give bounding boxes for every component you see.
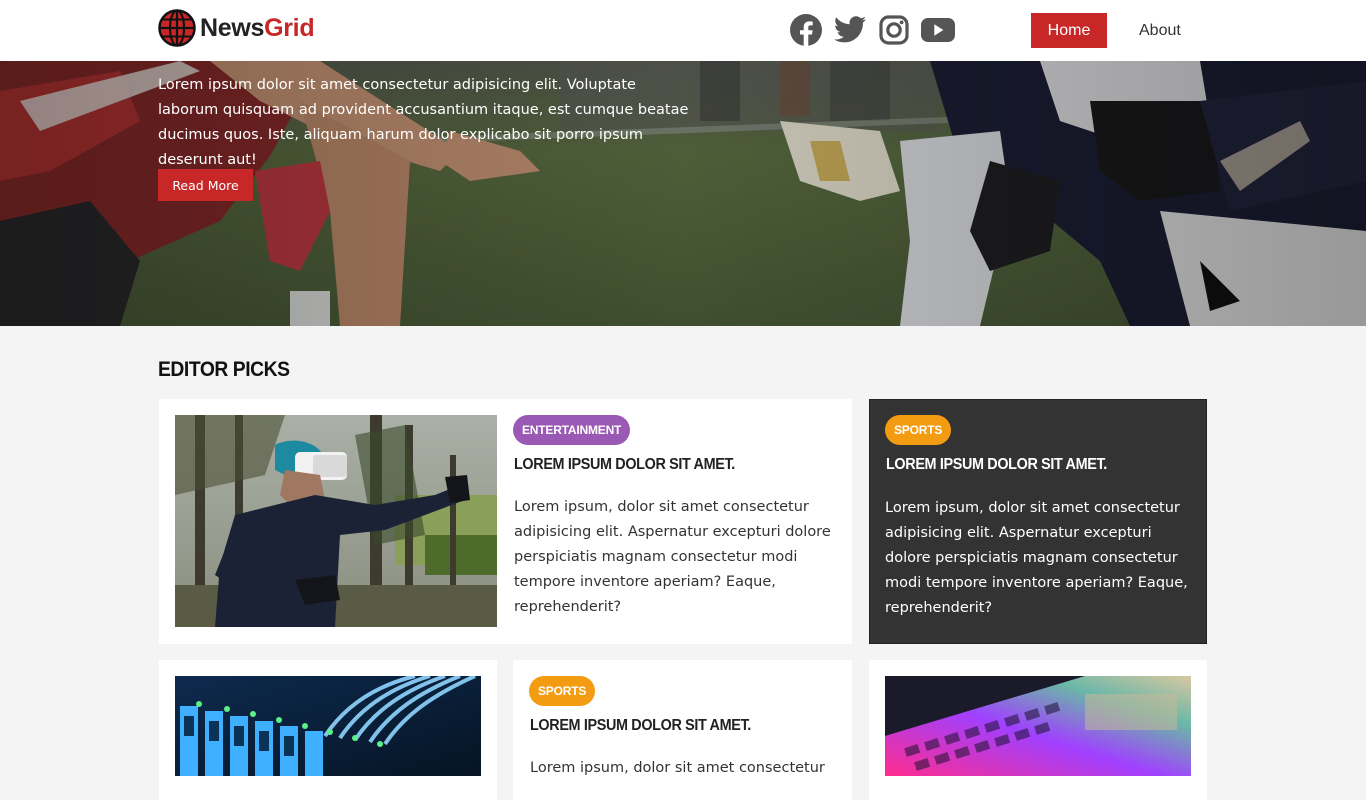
article-excerpt: Lorem ipsum, dolor sit amet consectetur: [530, 760, 825, 776]
instagram-icon[interactable]: [876, 13, 912, 47]
section-title-editor-picks: EDITOR PICKS: [158, 358, 290, 381]
category-badge-entertainment[interactable]: ENTERTAINMENT: [513, 415, 631, 445]
social-links: [788, 13, 964, 47]
article-excerpt: Lorem ipsum, dolor sit amet consectetur …: [514, 499, 831, 615]
globe-icon: [158, 9, 196, 47]
site-logo[interactable]: NewsGrid: [158, 8, 315, 48]
category-badge-sports[interactable]: SPORTS: [885, 415, 952, 445]
article-card-network[interactable]: [159, 660, 497, 800]
article-card-laptop[interactable]: [869, 660, 1207, 800]
nav-about-link[interactable]: About: [1139, 13, 1181, 48]
article-image-rgb-laptop: [885, 676, 1191, 776]
logo-text: NewsGrid: [200, 13, 315, 42]
article-image-vr-headset: [175, 415, 497, 627]
hero-banner: Lorem ipsum dolor sit amet consectetur a…: [0, 61, 1366, 326]
twitter-icon[interactable]: [832, 13, 868, 47]
article-title[interactable]: LOREM IPSUM DOLOR SIT AMET.: [530, 717, 751, 735]
category-badge-sports[interactable]: SPORTS: [529, 676, 596, 706]
facebook-icon[interactable]: [788, 13, 824, 47]
article-card-sports-2[interactable]: SPORTS LOREM IPSUM DOLOR SIT AMET. Lorem…: [513, 660, 852, 800]
nav-home-link[interactable]: Home: [1031, 13, 1107, 48]
article-excerpt: Lorem ipsum, dolor sit amet consectetur …: [885, 500, 1188, 616]
article-title[interactable]: LOREM IPSUM DOLOR SIT AMET.: [514, 456, 735, 474]
youtube-icon[interactable]: [920, 13, 956, 47]
featured-article-card[interactable]: ENTERTAINMENT LOREM IPSUM DOLOR SIT AMET…: [159, 399, 852, 644]
article-image-network-cables: [175, 676, 481, 776]
site-header: NewsGrid Home About: [0, 0, 1366, 61]
hero-text: Lorem ipsum dolor sit amet consectetur a…: [158, 77, 689, 168]
sports-article-card[interactable]: SPORTS LOREM IPSUM DOLOR SIT AMET. Lorem…: [869, 399, 1207, 644]
read-more-button[interactable]: Read More: [158, 169, 253, 201]
article-title[interactable]: LOREM IPSUM DOLOR SIT AMET.: [886, 456, 1107, 474]
